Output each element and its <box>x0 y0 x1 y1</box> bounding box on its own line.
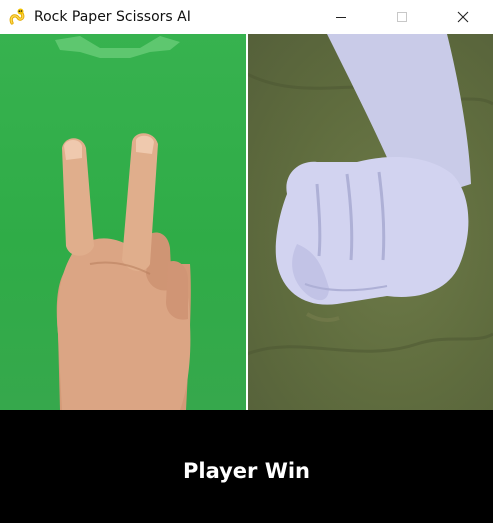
close-button[interactable] <box>432 0 493 34</box>
ai-rock-fist-image <box>247 34 493 356</box>
close-icon <box>457 8 469 27</box>
result-text: Player Win <box>182 459 311 483</box>
player-camera-view <box>0 34 247 410</box>
player-scissors-hand-image <box>55 36 191 410</box>
maximize-button[interactable] <box>371 0 432 34</box>
result-bar: Player Win <box>0 410 493 523</box>
maximize-icon <box>396 8 408 27</box>
title-bar[interactable]: Rock Paper Scissors AI <box>0 0 493 34</box>
window-title: Rock Paper Scissors AI <box>34 9 191 25</box>
window-controls <box>310 0 493 34</box>
minimize-button[interactable] <box>310 0 371 34</box>
ai-view <box>247 34 493 410</box>
pygame-snake-icon <box>8 7 28 27</box>
view-divider <box>246 34 248 410</box>
game-stage <box>0 34 493 410</box>
app-window: Rock Paper Scissors AI Player Win <box>0 0 493 523</box>
minimize-icon <box>335 8 347 27</box>
